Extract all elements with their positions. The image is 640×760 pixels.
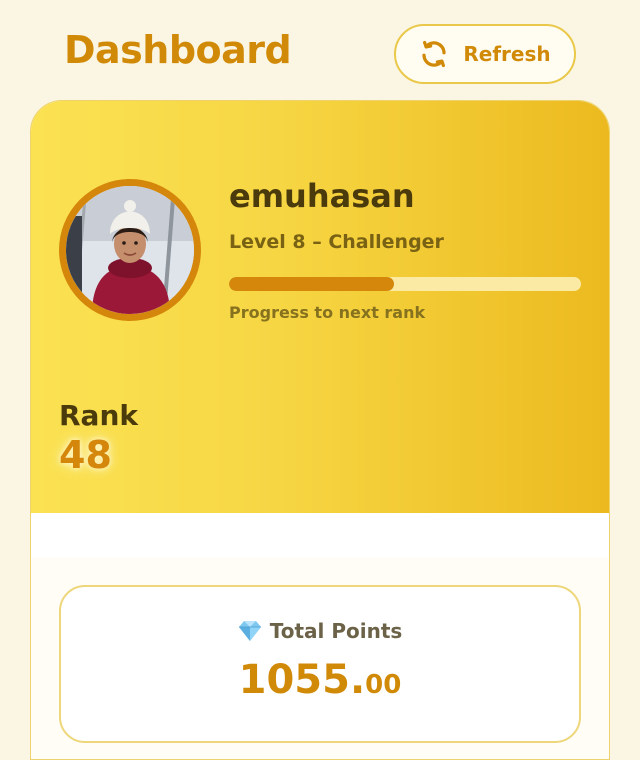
total-points-card: Total Points 1055.00 <box>59 585 581 743</box>
points-integer: 1055. <box>238 657 366 703</box>
refresh-label: Refresh <box>463 42 551 66</box>
rank-progress-fill <box>229 277 395 291</box>
avatar[interactable] <box>59 179 201 321</box>
header: Dashboard Refresh <box>0 0 640 100</box>
level-text: Level 8 – Challenger <box>229 231 444 253</box>
progress-caption: Progress to next rank <box>229 303 426 322</box>
rank-label: Rank <box>59 399 139 432</box>
points-title-label: Total Points <box>269 619 403 643</box>
points-value: 1055.00 <box>61 657 579 703</box>
rank-value: 48 <box>59 433 112 477</box>
card-divider <box>31 513 609 557</box>
points-title: Total Points <box>61 619 579 643</box>
dashboard-page: Dashboard Refresh emuhasan Level 8 – Cha… <box>0 0 640 760</box>
gem-icon <box>238 621 261 641</box>
refresh-icon <box>422 40 446 68</box>
user-photo <box>66 186 194 314</box>
username: emuhasan <box>229 177 415 215</box>
page-title: Dashboard <box>64 28 292 72</box>
rank-progress-bar <box>229 277 581 291</box>
refresh-button[interactable]: Refresh <box>394 24 576 84</box>
profile-card: emuhasan Level 8 – Challenger Progress t… <box>30 100 610 760</box>
points-decimal: 00 <box>365 670 402 700</box>
